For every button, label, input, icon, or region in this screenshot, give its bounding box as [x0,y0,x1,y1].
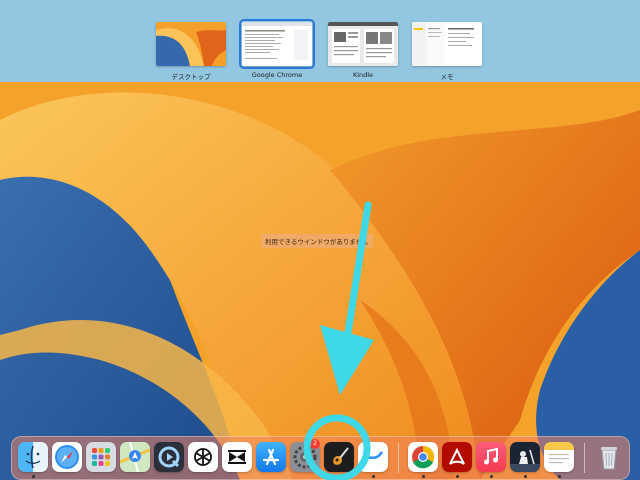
running-indicator [32,475,35,478]
chrome-icon[interactable] [408,442,438,472]
space-desktop[interactable]: デスクトップ [156,22,226,81]
space-google-chrome[interactable]: Google Chrome [239,19,315,79]
dock-divider [398,443,399,473]
maps-icon[interactable] [120,442,150,472]
space-kindle-thumbnail[interactable] [328,22,398,66]
running-indicator [558,475,561,478]
no-windows-message: 利用できるウインドウがありません [261,234,373,248]
chatgpt-icon[interactable] [188,442,218,472]
space-label: Kindle [352,71,374,79]
dock: 2 [11,436,630,480]
space-notes[interactable]: メモ [412,22,482,81]
app-store-icon[interactable] [256,442,286,472]
notes-icon[interactable] [544,442,574,472]
music-icon[interactable] [476,442,506,472]
running-indicator [490,475,493,478]
garageband-icon[interactable] [324,442,354,472]
running-indicator [338,475,341,478]
capcut-icon[interactable] [222,442,252,472]
space-kindle[interactable]: Kindle [328,22,398,79]
space-desktop-thumbnail[interactable] [156,22,226,66]
trash-icon[interactable] [594,442,624,472]
quicktime-icon[interactable] [154,442,184,472]
running-indicator [524,475,527,478]
space-label: Google Chrome [251,71,303,79]
kindle-icon[interactable] [510,442,540,472]
acrobat-icon[interactable] [442,442,472,472]
safari-icon[interactable] [52,442,82,472]
freeform-icon[interactable] [358,442,388,472]
running-indicator [456,475,459,478]
notification-badge: 2 [310,439,320,449]
space-label: メモ [440,73,454,81]
space-google-chrome-thumbnail[interactable] [239,19,315,69]
space-label: デスクトップ [171,73,211,81]
dock-divider [584,443,585,473]
mission-control-spaces-bar: デスクトップ Google Chrome Kindle メモ [0,0,640,82]
launchpad-icon[interactable] [86,442,116,472]
finder-icon[interactable] [18,442,48,472]
running-indicator [422,475,425,478]
running-indicator [372,475,375,478]
space-notes-thumbnail[interactable] [412,22,482,66]
